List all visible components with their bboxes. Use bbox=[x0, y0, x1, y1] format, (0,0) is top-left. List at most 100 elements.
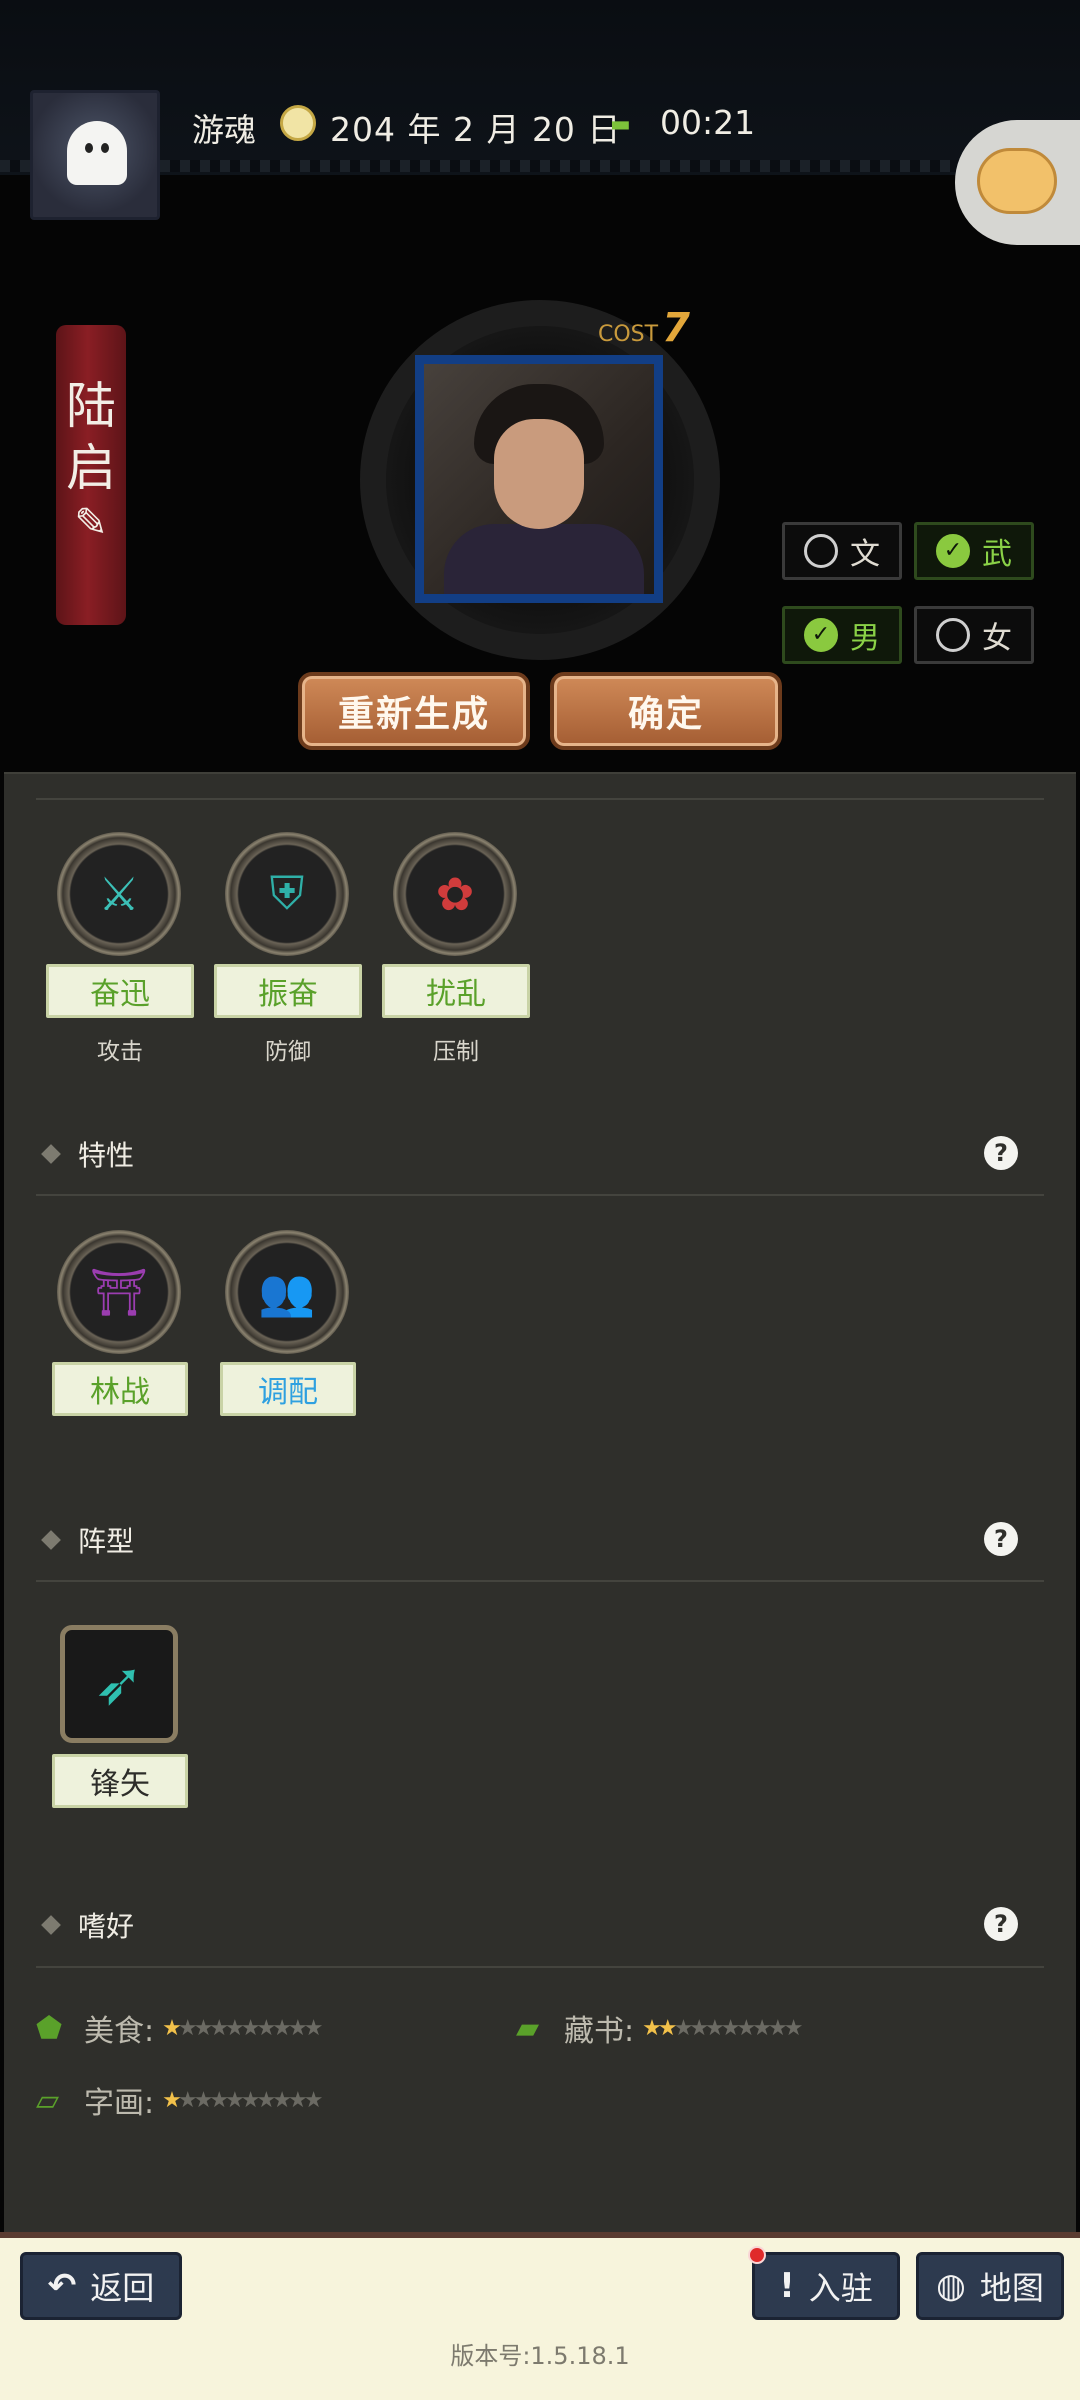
star-empty-icon: ★ bbox=[193, 2087, 214, 2113]
star-empty-icon: ★ bbox=[303, 2015, 324, 2041]
divider bbox=[36, 1580, 1044, 1582]
radio-unchecked-icon bbox=[804, 534, 838, 568]
confirm-button[interactable]: 确定 bbox=[550, 672, 782, 750]
game-date: 204 年 2 月 20 日 bbox=[330, 110, 622, 149]
option-male-label: 男 bbox=[850, 621, 880, 656]
star-empty-icon: ★ bbox=[767, 2015, 788, 2041]
back-button[interactable]: ↶ 返回 bbox=[20, 2252, 182, 2320]
skill-1-type: 攻击 bbox=[97, 1039, 143, 1065]
chaos-cloud-icon: ✿ bbox=[435, 867, 475, 921]
checkmark-icon: ✓ bbox=[804, 618, 838, 652]
food-icon: ⬟ bbox=[36, 2010, 63, 2046]
crossed-swords-icon: ⚔ bbox=[98, 867, 140, 921]
option-wen[interactable]: 文 bbox=[782, 522, 902, 580]
divider bbox=[36, 798, 1044, 800]
star-empty-icon: ★ bbox=[287, 2087, 308, 2113]
formation-help-icon[interactable]: ? bbox=[984, 1522, 1018, 1556]
hobby-books: ▰ 藏书: ★★★★★★★★★★ bbox=[516, 2006, 804, 2050]
hobbies-help-icon[interactable]: ? bbox=[984, 1907, 1018, 1941]
divider bbox=[36, 1966, 1044, 1968]
portrait-face bbox=[494, 419, 584, 529]
painting-icon: ▱ bbox=[36, 2082, 60, 2118]
star-empty-icon: ★ bbox=[240, 2087, 261, 2113]
hero-name-char2: 启 bbox=[66, 439, 116, 497]
feather-icon[interactable]: ✎ bbox=[70, 500, 112, 550]
option-male[interactable]: ✓ 男 bbox=[782, 606, 902, 664]
checkmark-icon: ✓ bbox=[936, 534, 970, 568]
assistant-mascot-button[interactable] bbox=[955, 120, 1080, 245]
hobby-painting: ▱ 字画: ★★★★★★★★★★ bbox=[36, 2078, 324, 2122]
hero-portrait[interactable] bbox=[415, 355, 663, 603]
regenerate-button[interactable]: 重新生成 bbox=[298, 672, 530, 750]
star-empty-icon: ★ bbox=[303, 2087, 324, 2113]
exclamation-icon: ! bbox=[779, 2266, 795, 2306]
option-wu[interactable]: ✓ 武 bbox=[914, 522, 1034, 580]
map-label: 地图 bbox=[979, 2269, 1044, 2307]
back-label: 返回 bbox=[90, 2269, 155, 2307]
formation-title: 阵型 bbox=[78, 1525, 135, 1558]
forest-gate-icon: ⛩ bbox=[89, 1264, 149, 1319]
traits-help-icon[interactable]: ? bbox=[984, 1136, 1018, 1170]
hero-name-banner: 陆 启 ✎ bbox=[56, 325, 126, 625]
people-idea-icon: 👥 bbox=[258, 1264, 316, 1319]
star-empty-icon: ★ bbox=[272, 2087, 292, 2113]
star-filled-icon: ★ bbox=[642, 2015, 662, 2041]
hobbies-title: 嗜好 bbox=[78, 1910, 135, 1943]
book-icon: ▰ bbox=[516, 2010, 540, 2046]
star-empty-icon: ★ bbox=[177, 2087, 198, 2113]
hamster-icon bbox=[977, 148, 1057, 214]
portrait-robe bbox=[444, 524, 644, 594]
arrow-formation-icon[interactable]: ➶ bbox=[60, 1625, 178, 1743]
notification-dot bbox=[748, 2246, 766, 2264]
star-empty-icon: ★ bbox=[272, 2015, 292, 2041]
star-filled-icon: ★ bbox=[162, 2087, 182, 2113]
top-bar-edge bbox=[0, 160, 1080, 172]
station-button[interactable]: ! 入驻 bbox=[752, 2252, 900, 2320]
skill-2-type: 防御 bbox=[265, 1039, 311, 1065]
star-empty-icon: ★ bbox=[256, 2015, 277, 2041]
star-empty-icon: ★ bbox=[752, 2015, 772, 2041]
hobby-painting-label: 字画: bbox=[84, 2086, 155, 2121]
hero-name-char1: 陆 bbox=[66, 377, 116, 435]
option-female[interactable]: 女 bbox=[914, 606, 1034, 664]
star-empty-icon: ★ bbox=[287, 2015, 308, 2041]
time-icon: ▬ bbox=[610, 112, 631, 137]
radio-unchecked-icon bbox=[936, 618, 970, 652]
trait-1-tag[interactable]: 林战 bbox=[52, 1362, 188, 1416]
hobby-food-label: 美食: bbox=[84, 2014, 155, 2049]
hobby-food: ⬟ 美食: ★★★★★★★★★★ bbox=[36, 2006, 324, 2050]
traits-section-title: 特性 bbox=[41, 1134, 134, 1174]
hobby-food-stars: ★★★★★★★★★★ bbox=[162, 2015, 324, 2041]
station-label: 入驻 bbox=[808, 2269, 873, 2307]
game-time: 00:21 bbox=[660, 103, 756, 142]
skill-3-tag[interactable]: 扰乱 bbox=[382, 964, 530, 1018]
option-female-label: 女 bbox=[982, 621, 1012, 656]
hobby-painting-stars: ★★★★★★★★★★ bbox=[162, 2087, 324, 2113]
back-arrow-icon: ↶ bbox=[47, 2266, 77, 2306]
globe-icon: ◍ bbox=[936, 2266, 966, 2306]
star-filled-icon: ★ bbox=[657, 2015, 678, 2041]
diamond-bullet-icon bbox=[41, 1530, 61, 1550]
star-empty-icon: ★ bbox=[177, 2015, 198, 2041]
skill-3-type: 压制 bbox=[433, 1039, 479, 1065]
trait-2-tag[interactable]: 调配 bbox=[220, 1362, 356, 1416]
cost-display: COST 7 bbox=[598, 305, 690, 351]
star-empty-icon: ★ bbox=[225, 2087, 245, 2113]
divider bbox=[36, 1194, 1044, 1196]
formation-tag[interactable]: 锋矢 bbox=[52, 1754, 188, 1808]
formation-section-title: 阵型 bbox=[41, 1520, 135, 1560]
hobby-books-label: 藏书: bbox=[564, 2014, 635, 2049]
star-empty-icon: ★ bbox=[256, 2087, 277, 2113]
skill-2-tag[interactable]: 振奋 bbox=[214, 964, 362, 1018]
version-text: 版本号:1.5.18.1 bbox=[450, 2342, 630, 2370]
diamond-bullet-icon bbox=[41, 1915, 61, 1935]
skill-1-tag[interactable]: 奋迅 bbox=[46, 964, 194, 1018]
map-button[interactable]: ◍ 地图 bbox=[916, 2252, 1064, 2320]
player-avatar[interactable] bbox=[30, 90, 160, 220]
star-empty-icon: ★ bbox=[783, 2015, 804, 2041]
ghost-icon bbox=[67, 121, 127, 185]
hobbies-section-title: 嗜好 bbox=[41, 1905, 135, 1945]
star-empty-icon: ★ bbox=[225, 2015, 245, 2041]
star-filled-icon: ★ bbox=[162, 2015, 182, 2041]
cost-label: COST bbox=[598, 322, 659, 347]
